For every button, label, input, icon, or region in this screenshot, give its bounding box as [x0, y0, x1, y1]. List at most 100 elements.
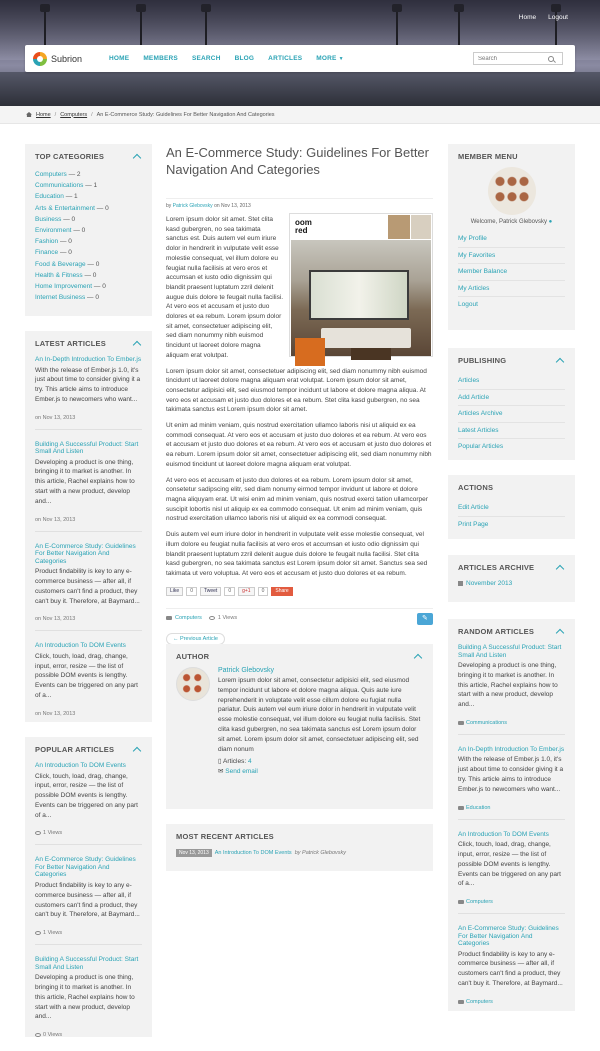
gplus-button[interactable]: g+1 [238, 586, 255, 596]
breadcrumb-current: An E-Commerce Study: Guidelines For Bett… [96, 111, 275, 118]
box-title: MOST RECENT ARTICLES [176, 832, 274, 841]
article-category: Communications [458, 720, 565, 726]
search-icon[interactable] [548, 55, 554, 62]
box-title: TOP CATEGORIES [35, 152, 105, 161]
top-link-home[interactable]: Home [519, 14, 536, 21]
category-link[interactable]: Business [35, 216, 61, 223]
article-link[interactable]: An In-Depth Introduction To Ember.js [35, 356, 142, 364]
facebook-like-button[interactable]: Like [166, 586, 184, 596]
category-link[interactable]: Environment [35, 227, 72, 234]
archive-month-link[interactable]: November 2013 [466, 580, 512, 587]
article-link[interactable]: Building A Successful Product: Start Sma… [458, 644, 565, 659]
thumb-block [388, 215, 410, 239]
article-link[interactable]: An E-Commerce Study: Guidelines For Bett… [35, 856, 142, 879]
article-paragraph: Lorem ipsum dolor sit amet. Stet clita k… [166, 216, 284, 359]
photo-ottoman [295, 338, 325, 366]
recent-article-link[interactable]: An Introduction To DOM Events [215, 850, 292, 856]
breadcrumb-category[interactable]: Computers [60, 112, 87, 118]
articles-count-link[interactable]: 4 [248, 758, 252, 765]
article-list: An Introduction To DOM Events Click, tou… [25, 754, 152, 1051]
article-link[interactable]: An E-Commerce Study: Guidelines For Bett… [35, 543, 142, 566]
edit-button[interactable] [417, 612, 433, 625]
category-link[interactable]: Communications [466, 720, 507, 726]
box-header: MEMBER MENU [448, 144, 575, 161]
menu-item-popular-articles[interactable]: Popular Articles [458, 439, 565, 455]
article-category-link[interactable]: Computers [175, 615, 202, 621]
latest-articles-box: LATEST ARTICLES An In-Depth Introduction… [25, 331, 152, 722]
category-item: Health & Fitness — 0 [35, 270, 142, 281]
settings-icon[interactable]: ● [549, 219, 553, 225]
search-input[interactable] [474, 55, 546, 62]
article-link[interactable]: An Introduction To DOM Events [35, 642, 142, 650]
nav-articles[interactable]: ARTICLES [268, 55, 302, 62]
nav-blog[interactable]: BLOG [235, 55, 255, 62]
menu-item-latest-articles[interactable]: Latest Articles [458, 423, 565, 439]
previous-article-button[interactable]: ← Previous Article [166, 632, 225, 645]
avatar[interactable] [176, 667, 210, 701]
tweet-button[interactable]: Tweet [199, 586, 222, 596]
breadcrumb-separator: / [91, 111, 93, 118]
author-link[interactable]: Patrick Glebovsky [173, 203, 213, 209]
category-link[interactable]: Internet Business [35, 294, 85, 301]
article-meta: by Patrick Glebovsky on Nov 13, 2013 [166, 198, 433, 209]
nav-more[interactable]: MORE ▼ [316, 55, 343, 62]
category-link[interactable]: Computers [466, 899, 493, 905]
envelope-icon: ✉ [218, 768, 224, 776]
article-footer: Computers 1 Views [166, 607, 433, 625]
category-link[interactable]: Arts & Entertainment [35, 205, 95, 212]
article-excerpt: With the release of Ember.js 1.0, it's j… [458, 756, 564, 793]
menu-item-edit-article[interactable]: Edit Article [458, 500, 565, 517]
list-item: Building A Successful Product: Start Sma… [35, 956, 142, 1046]
article-link[interactable]: An In-Depth Introduction To Ember.js [458, 746, 565, 754]
category-link[interactable]: Fashion [35, 238, 58, 245]
author-content: Patrick Glebovsky Lorem ipsum dolor sit … [166, 661, 433, 777]
menu-item-articles[interactable]: Articles [458, 373, 565, 390]
avatar[interactable] [487, 167, 536, 215]
article-link[interactable]: Building A Successful Product: Start Sma… [35, 956, 142, 971]
author-name-link[interactable]: Patrick Glebovsky [218, 667, 423, 674]
menu-item-add-article[interactable]: Add Article [458, 390, 565, 406]
article-link[interactable]: An Introduction To DOM Events [458, 831, 565, 839]
menu-item-my-favorites[interactable]: My Favorites [458, 248, 565, 264]
category-count: — 1 [85, 182, 98, 190]
breadcrumb-separator: / [54, 111, 57, 118]
category-link[interactable]: Home Improvement [35, 283, 92, 290]
category-link[interactable]: Food & Beverage [35, 261, 86, 268]
nav-members[interactable]: MEMBERS [143, 55, 178, 62]
article-link[interactable]: An E-Commerce Study: Guidelines For Bett… [458, 925, 565, 948]
category-link[interactable]: Computers [35, 171, 67, 178]
calendar-icon [458, 581, 463, 586]
article-excerpt: With the release of Ember.js 1.0, it's j… [35, 366, 141, 403]
top-link-logout[interactable]: Logout [548, 14, 568, 21]
document-icon: ▯ [218, 758, 222, 766]
menu-item-my-articles[interactable]: My Articles [458, 281, 565, 297]
menu-item-my-profile[interactable]: My Profile [458, 231, 565, 248]
eye-icon [35, 831, 41, 836]
member-menu-box: MEMBER MENU Welcome, Patrick Glebovsky ●… [448, 144, 575, 330]
category-count: — 2 [68, 171, 81, 178]
logo[interactable]: Subrion [33, 51, 103, 66]
article-image: oom red [289, 213, 433, 366]
category-link[interactable]: Computers [466, 999, 493, 1005]
menu-item-print-page[interactable]: Print Page [458, 517, 565, 533]
category-link[interactable]: Education [466, 805, 490, 811]
category-link[interactable]: Education [35, 193, 64, 200]
menu-item-articles-archive[interactable]: Articles Archive [458, 406, 565, 423]
category-link[interactable]: Communications [35, 182, 83, 189]
share-button[interactable]: Share [271, 586, 293, 596]
article-date: on Nov 13, 2013 [35, 616, 76, 623]
category-link[interactable]: Health & Fitness [35, 272, 83, 279]
nav-search[interactable]: SEARCH [192, 55, 221, 62]
breadcrumb-home[interactable]: Home [36, 112, 51, 118]
author-links: ▯ Articles: 4 ✉ Send email [218, 757, 423, 777]
menu-item-member-balance[interactable]: Member Balance [458, 264, 565, 281]
category-link[interactable]: Finance [35, 249, 58, 256]
article-link[interactable]: An Introduction To DOM Events [35, 762, 142, 770]
article-link[interactable]: Building A Successful Product: Start Sma… [35, 441, 142, 456]
list-item: Building A Successful Product: Start Sma… [35, 441, 142, 532]
menu-item-logout[interactable]: Logout [458, 297, 565, 313]
search-box [473, 52, 563, 65]
send-email-link[interactable]: Send email [225, 768, 258, 775]
author-email: ✉ Send email [218, 767, 423, 777]
nav-home[interactable]: HOME [109, 55, 129, 62]
